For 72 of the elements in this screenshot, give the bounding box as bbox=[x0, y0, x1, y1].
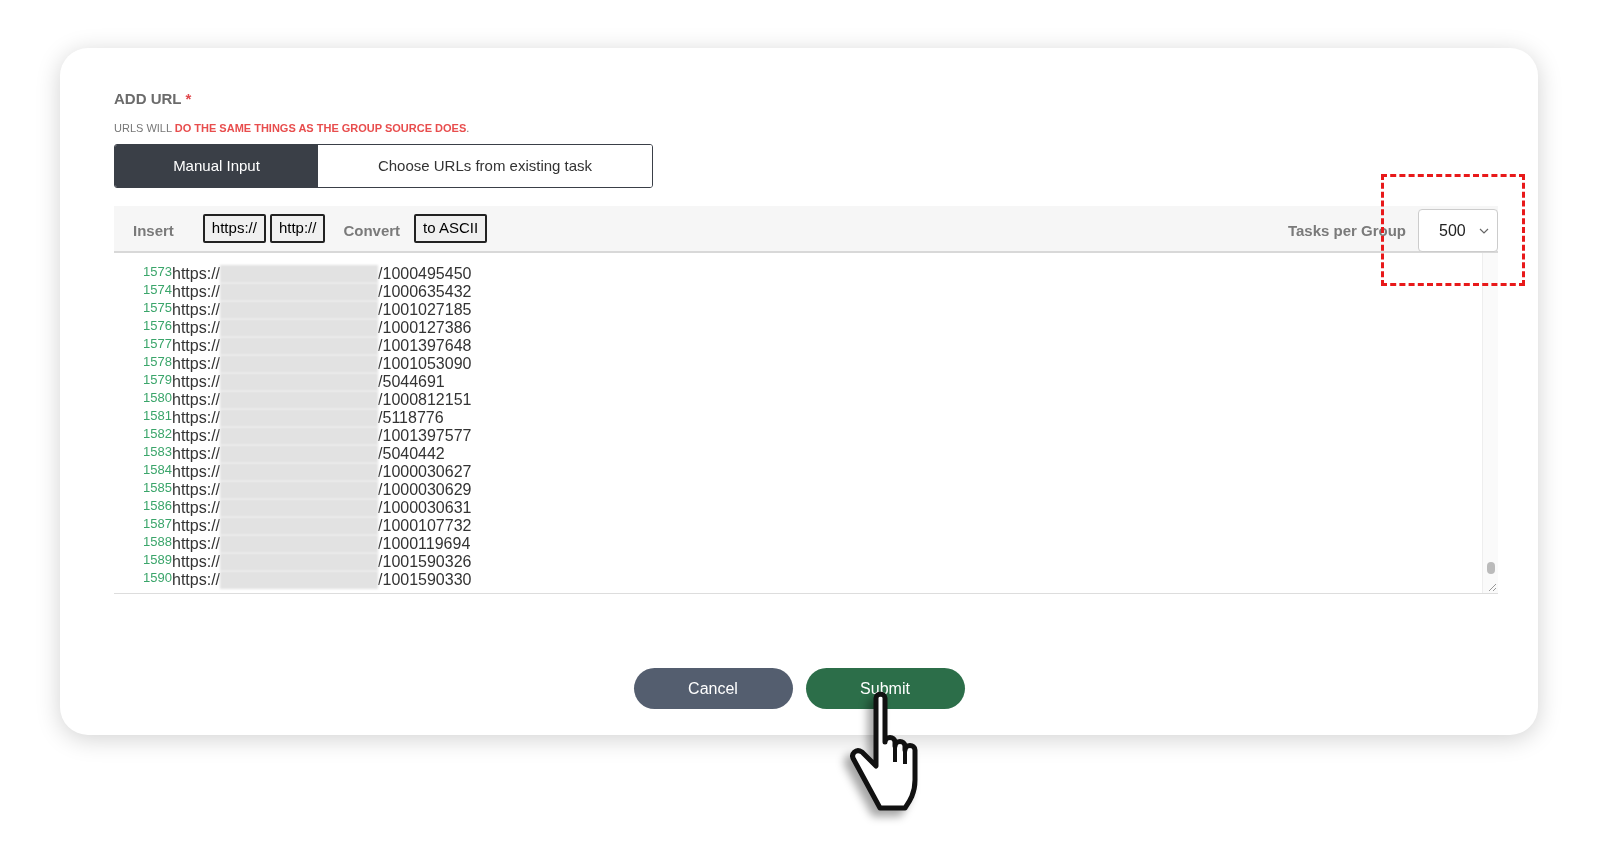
resize-handle-icon[interactable] bbox=[1488, 583, 1497, 592]
tasks-per-group-label: Tasks per Group bbox=[1287, 221, 1406, 242]
line-number: 1580 bbox=[142, 391, 172, 405]
line-number: 1586 bbox=[142, 499, 172, 513]
url-text: https:// bbox=[172, 427, 221, 445]
tasks-per-group-select[interactable]: 500 bbox=[1418, 209, 1498, 252]
url-text: https:// bbox=[172, 499, 221, 517]
insert-label: Insert bbox=[133, 221, 174, 242]
url-text: https:// bbox=[172, 337, 221, 355]
url-text: https:// bbox=[172, 409, 221, 427]
line-number: 1574 bbox=[142, 283, 172, 297]
required-mark: * bbox=[185, 89, 192, 109]
url-text: /1000495450 bbox=[378, 265, 472, 283]
url-text: https:// bbox=[172, 301, 221, 319]
url-text: /1000812151 bbox=[378, 391, 472, 409]
chevron-down-icon bbox=[1479, 227, 1489, 234]
line-number: 1589 bbox=[142, 553, 172, 567]
line-number: 1590 bbox=[142, 571, 172, 585]
line-number: 1575 bbox=[142, 301, 172, 315]
submit-button[interactable]: Submit bbox=[805, 668, 965, 709]
url-text: /1000635432 bbox=[378, 283, 472, 301]
url-text: https:// bbox=[172, 319, 221, 337]
line-number: 1588 bbox=[142, 535, 172, 549]
url-text: /5040442 bbox=[378, 445, 445, 463]
url-text: https:// bbox=[172, 553, 221, 571]
url-text: /1000127386 bbox=[378, 319, 472, 337]
select-value: 500 bbox=[1439, 220, 1466, 241]
url-text: https:// bbox=[172, 481, 221, 499]
convert-label: Convert bbox=[343, 221, 401, 242]
convert-button[interactable]: to ASCII bbox=[414, 214, 488, 243]
url-text: /1000119694 bbox=[378, 535, 471, 553]
line-number: 1587 bbox=[142, 517, 172, 531]
source-tab[interactable]: Manual Input bbox=[115, 145, 318, 187]
insert-button[interactable]: https:// bbox=[202, 214, 266, 243]
line-number: 1578 bbox=[142, 355, 172, 369]
url-text: https:// bbox=[172, 391, 221, 409]
url-text: /1000030631 bbox=[378, 499, 472, 517]
url-text: /1001027185 bbox=[378, 301, 472, 319]
url-text: https:// bbox=[172, 517, 221, 535]
url-text: https:// bbox=[172, 463, 221, 481]
insert-button[interactable]: http:// bbox=[269, 214, 326, 243]
section-title: ADD URL bbox=[114, 89, 182, 109]
url-editor[interactable] bbox=[114, 253, 1498, 594]
line-number: 1573 bbox=[142, 265, 172, 279]
url-text: /1001590326 bbox=[378, 553, 472, 571]
line-number: 1576 bbox=[142, 319, 172, 333]
url-text: /5118776 bbox=[378, 409, 444, 427]
url-text: https:// bbox=[172, 373, 221, 391]
url-text: /1001590330 bbox=[378, 571, 472, 589]
line-number: 1585 bbox=[142, 481, 172, 495]
url-text: /1000107732 bbox=[378, 517, 472, 535]
url-text: /5044691 bbox=[378, 373, 445, 391]
url-text: https:// bbox=[172, 355, 221, 373]
url-text: /1001053090 bbox=[378, 355, 472, 373]
scrollbar-thumb[interactable] bbox=[1487, 562, 1495, 574]
url-text: https:// bbox=[172, 265, 221, 283]
url-text: /1000030627 bbox=[378, 463, 472, 481]
line-number: 1579 bbox=[142, 373, 172, 387]
url-text: /1001397648 bbox=[378, 337, 472, 355]
url-text: https:// bbox=[172, 445, 221, 463]
line-number: 1582 bbox=[142, 427, 172, 441]
url-text: https:// bbox=[172, 535, 221, 553]
url-text: /1000030629 bbox=[378, 481, 472, 499]
url-text: /1001397577 bbox=[378, 427, 472, 445]
line-number: 1584 bbox=[142, 463, 172, 477]
notice-text: URLS WILL DO THE SAME THINGS AS THE GROUP SOURCE DOES. bbox=[114, 120, 471, 136]
url-text: https:// bbox=[172, 283, 221, 301]
url-text: https:// bbox=[172, 571, 221, 589]
line-number: 1583 bbox=[142, 445, 172, 459]
cancel-button[interactable]: Cancel bbox=[633, 668, 793, 709]
line-number: 1581 bbox=[142, 409, 172, 423]
line-number: 1577 bbox=[142, 337, 172, 351]
